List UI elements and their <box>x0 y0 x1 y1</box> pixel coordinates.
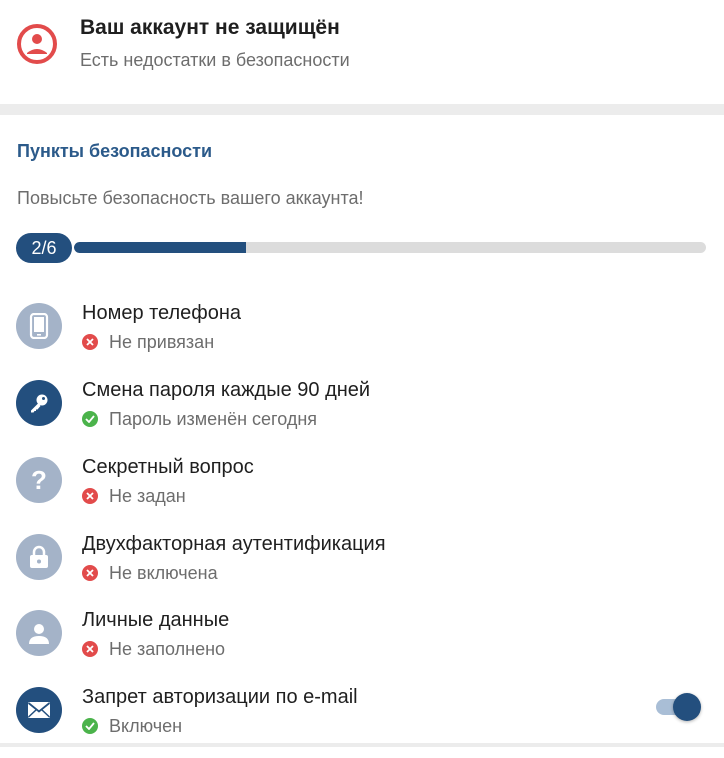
security-item-phone[interactable]: Номер телефона Не привязан <box>0 298 724 374</box>
key-icon <box>16 380 62 426</box>
item-title: Двухфакторная аутентификация <box>82 533 386 555</box>
item-status: Пароль изменён сегодня <box>82 408 317 430</box>
mail-icon <box>16 687 62 733</box>
item-status-text: Не привязан <box>109 331 215 352</box>
person-icon <box>16 610 62 656</box>
security-item-two-factor[interactable]: Двухфакторная аутентификация Не включена <box>0 529 724 605</box>
status-ok-icon <box>82 411 98 427</box>
account-warning-icon <box>17 24 57 64</box>
item-status: Не включена <box>82 562 218 584</box>
item-title: Запрет авторизации по e-mail <box>82 686 358 708</box>
section-divider <box>0 104 724 115</box>
section-description: Повысьте безопасность вашего аккаунта! <box>17 188 364 208</box>
item-status: Не заполнено <box>82 638 225 660</box>
toggle-knob <box>673 693 701 721</box>
security-item-secret-question[interactable]: ? Секретный вопрос Не задан <box>0 452 724 528</box>
progress-bar <box>74 242 706 253</box>
progress-counter-badge: 2/6 <box>16 233 72 263</box>
item-status: Не задан <box>82 485 186 507</box>
status-error-icon <box>82 641 98 657</box>
question-icon: ? <box>16 457 62 503</box>
header-title: Ваш аккаунт не защищён <box>80 16 340 39</box>
email-login-ban-toggle[interactable] <box>656 692 702 722</box>
status-error-icon <box>82 488 98 504</box>
item-title: Смена пароля каждые 90 дней <box>82 379 371 401</box>
item-status-text: Включен <box>109 715 183 736</box>
item-status: Не привязан <box>82 331 214 353</box>
item-status-text: Не заполнено <box>109 638 226 659</box>
phone-icon <box>16 303 62 349</box>
item-status-text: Не включена <box>109 562 218 583</box>
security-warning-header: Ваш аккаунт не защищён Есть недостатки в… <box>0 0 724 104</box>
security-item-personal-data[interactable]: Личные данные Не заполнено <box>0 605 724 681</box>
status-error-icon <box>82 334 98 350</box>
item-title: Секретный вопрос <box>82 456 254 478</box>
bottom-divider <box>0 743 724 747</box>
status-ok-icon <box>82 718 98 734</box>
item-status-text: Пароль изменён сегодня <box>109 408 318 429</box>
progress-bar-fill <box>74 242 247 253</box>
lock-icon <box>16 534 62 580</box>
item-status: Включен <box>82 715 182 737</box>
section-title: Пункты безопасности <box>17 141 213 161</box>
header-subtitle: Есть недостатки в безопасности <box>80 50 350 70</box>
item-status-text: Не задан <box>109 485 186 506</box>
status-error-icon <box>82 565 98 581</box>
item-title: Номер телефона <box>82 302 242 324</box>
item-title: Личные данные <box>82 609 230 631</box>
security-item-password[interactable]: Смена пароля каждые 90 дней Пароль измен… <box>0 375 724 451</box>
